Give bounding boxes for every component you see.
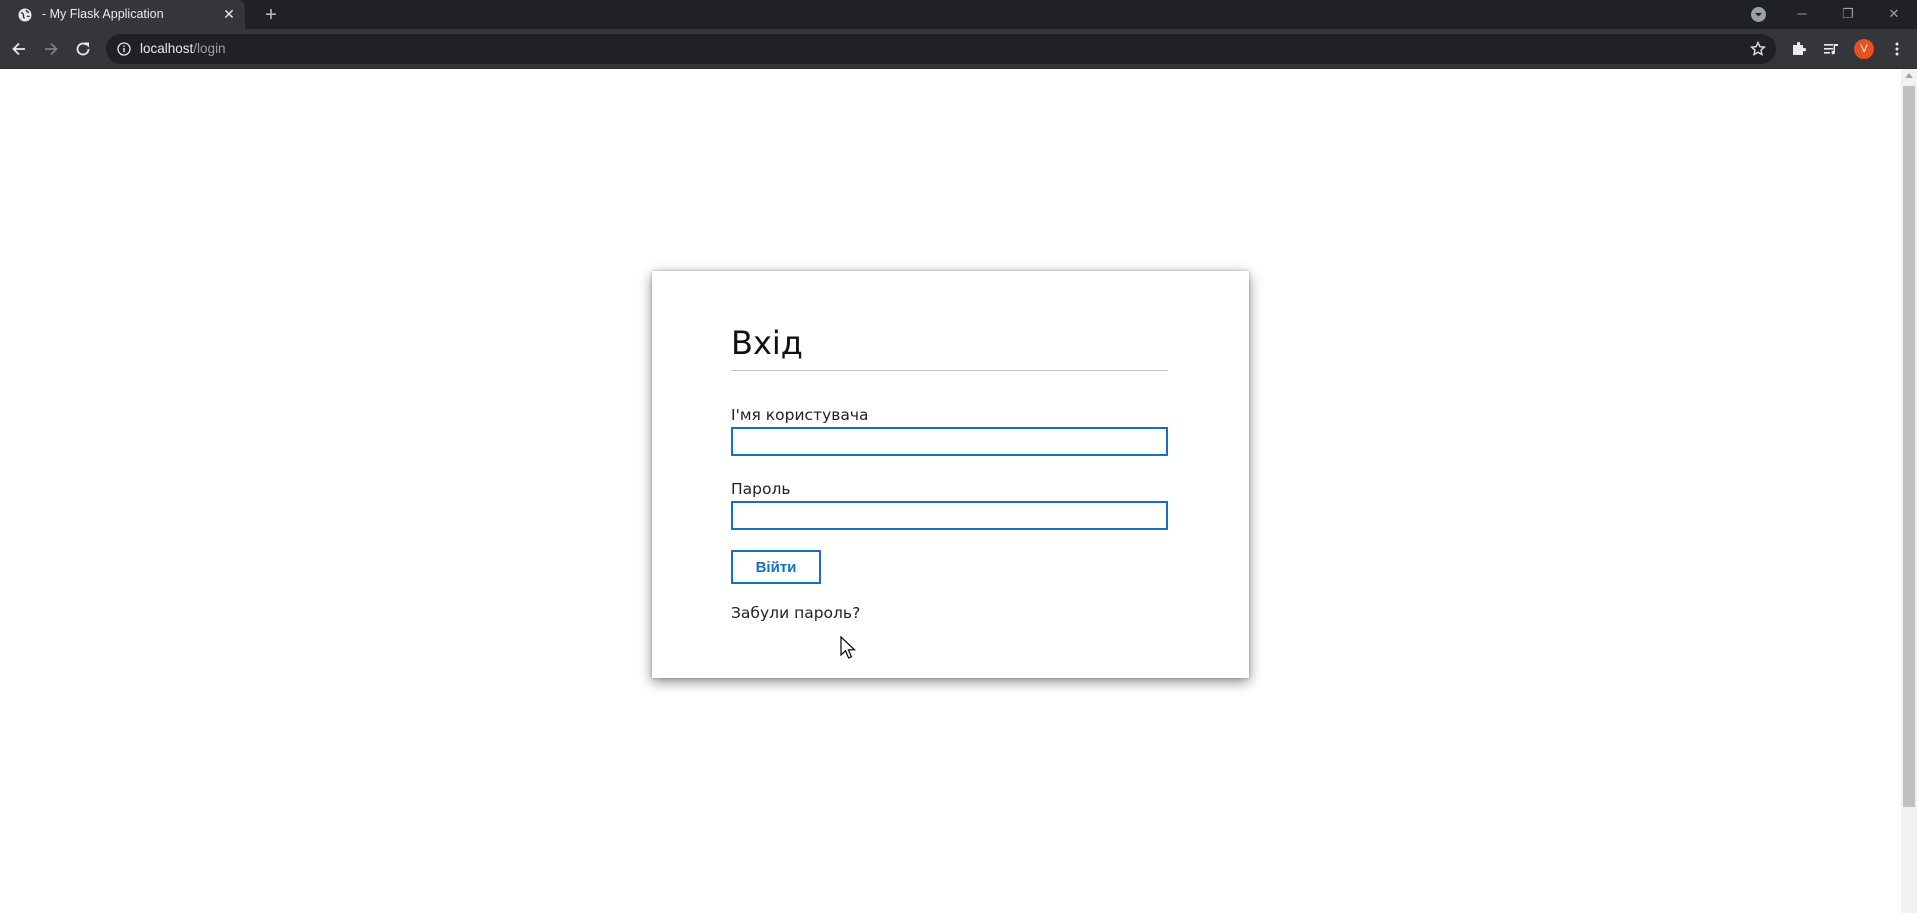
media-queue-icon[interactable] <box>1822 40 1840 58</box>
username-input[interactable] <box>731 427 1168 456</box>
restore-button[interactable]: ❐ <box>1838 4 1858 24</box>
reload-icon[interactable] <box>73 39 93 59</box>
forgot-password-link[interactable]: Забули пароль? <box>731 604 860 622</box>
scrollbar-thumb[interactable] <box>1903 86 1915 807</box>
login-title: Вхід <box>731 324 803 362</box>
password-label: Пароль <box>731 480 791 498</box>
bookmark-star-icon[interactable] <box>1750 41 1766 57</box>
tab-close-icon[interactable]: ✕ <box>222 7 236 21</box>
browser-tab[interactable]: - My Flask Application ✕ <box>0 0 245 29</box>
scroll-up-arrow-icon[interactable] <box>1905 73 1913 78</box>
profile-avatar[interactable]: V <box>1854 39 1874 59</box>
tab-title: - My Flask Application <box>42 7 164 21</box>
new-tab-button[interactable]: + <box>259 3 283 27</box>
globe-icon <box>18 8 32 22</box>
password-input[interactable] <box>731 501 1168 530</box>
tab-search-icon[interactable] <box>1751 7 1766 22</box>
minimize-button[interactable]: ─ <box>1792 4 1812 24</box>
forward-arrow-icon[interactable] <box>41 39 61 59</box>
page-viewport: Вхід І'мя користувача Пароль Війти Забул… <box>0 69 1917 913</box>
address-path: /login <box>193 41 226 56</box>
page-scrollbar[interactable] <box>1901 69 1917 913</box>
address-bar[interactable]: localhost/login <box>106 34 1776 64</box>
title-divider <box>731 370 1168 371</box>
window-close-button[interactable]: ✕ <box>1884 4 1904 24</box>
browser-toolbar: localhost/login V <box>0 29 1917 69</box>
extensions-puzzle-icon[interactable] <box>1790 40 1808 58</box>
mouse-pointer-icon <box>840 636 857 659</box>
browser-tab-bar: - My Flask Application ✕ + ─ ❐ ✕ <box>0 0 1917 29</box>
site-info-icon[interactable] <box>117 42 131 56</box>
kebab-menu-icon[interactable] <box>1888 40 1906 58</box>
username-label: І'мя користувача <box>731 406 869 424</box>
login-button[interactable]: Війти <box>731 550 821 584</box>
address-host: localhost <box>140 41 194 56</box>
address-url: localhost/login <box>140 41 226 56</box>
back-arrow-icon[interactable] <box>9 39 29 59</box>
login-card: Вхід І'мя користувача Пароль Війти Забул… <box>652 271 1249 678</box>
